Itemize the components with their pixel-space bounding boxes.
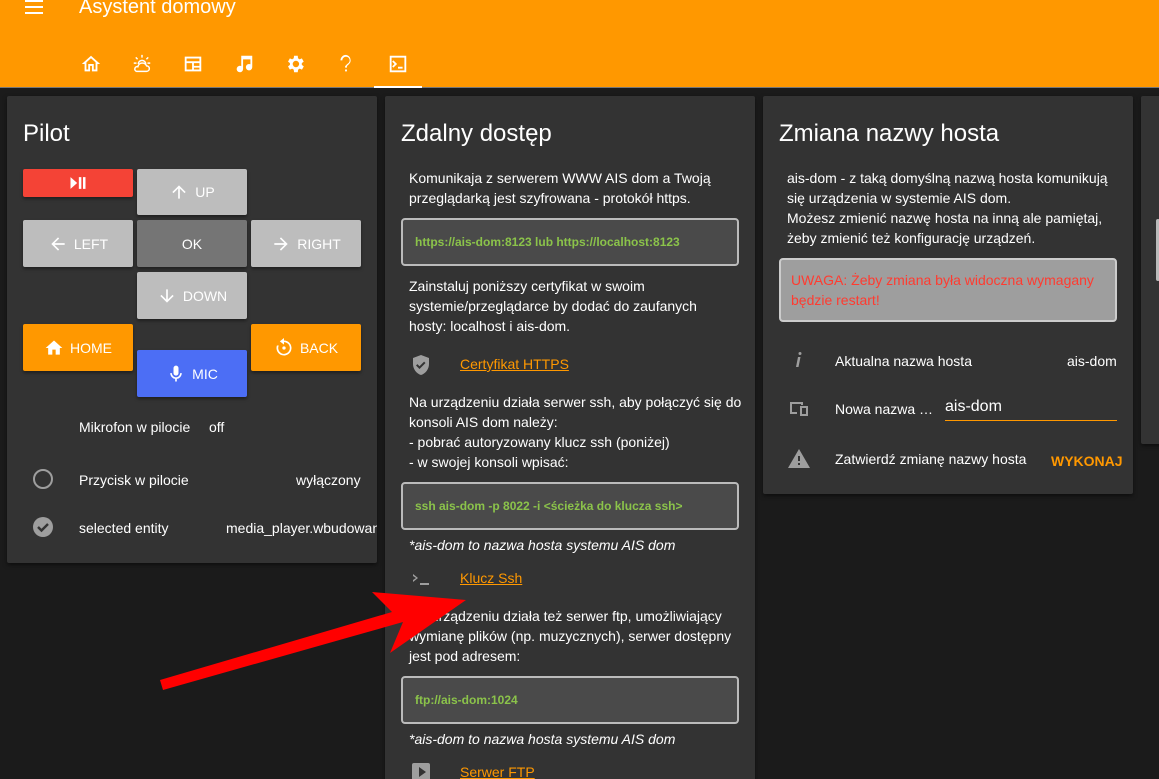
right-label: RIGHT — [297, 235, 341, 252]
back-label: BACK — [299, 339, 339, 356]
table-icon — [184, 56, 201, 72]
up-label: UP — [195, 184, 215, 200]
app-header: Asystent domowy — [0, 0, 1159, 88]
certificate-link[interactable]: Certyfikat HTTPS — [460, 356, 569, 372]
ftp-address-box: ftp://ais-dom:1024 — [401, 676, 739, 724]
arrow-up-icon — [172, 185, 186, 199]
settings-icon — [287, 55, 304, 73]
mic-label: MIC — [192, 365, 218, 382]
tab-settings[interactable] — [269, 40, 320, 88]
home-icon — [45, 340, 63, 355]
pilot-title: Pilot — [23, 120, 70, 147]
https-address-box: https://ais-dom:8123 lub https://localho… — [401, 218, 739, 266]
check-circle-icon — [33, 517, 53, 537]
info-icon — [796, 352, 802, 367]
devices-icon — [790, 402, 808, 416]
console-icon — [413, 574, 429, 585]
home-label: HOME — [70, 339, 112, 356]
music-icon — [236, 55, 252, 73]
restart-warning: UWAGA: Żeby zmiana była widoczna wymagan… — [779, 258, 1117, 322]
app-title: Asystent domowy — [79, 0, 236, 18]
left-button[interactable]: LEFT — [23, 220, 133, 267]
microphone-icon — [170, 365, 182, 381]
certificate-description: Zainstaluj poniższy certyfikat w swoim s… — [409, 278, 697, 334]
hostname-description-1: ais-dom - z taką domyślną nazwą hosta ko… — [787, 170, 1108, 206]
ssh-description-line3: - w swojej konsoli wpisać: — [409, 454, 569, 470]
tab-table[interactable] — [167, 40, 218, 88]
button-setting-label: Przycisk w pilocie — [79, 472, 189, 488]
current-hostname-label: Aktualna nazwa hosta — [835, 353, 972, 369]
home-button[interactable]: HOME — [23, 324, 133, 371]
remote-access-title: Zdalny dostęp — [401, 120, 552, 147]
mic-setting-label: Mikrofon w pilocie — [79, 419, 191, 435]
back-icon — [276, 337, 292, 355]
play-box-icon — [412, 763, 430, 779]
current-hostname-value: ais-dom — [1067, 353, 1117, 369]
ssh-hostname-note: *ais-dom to nazwa hosta systemu AIS dom — [409, 537, 676, 553]
ssh-command-box: ssh ais-dom -p 8022 -i <ścieżka do klucz… — [401, 482, 739, 530]
tab-bar — [65, 40, 422, 88]
radio-empty-icon[interactable] — [31, 467, 55, 491]
hostname-card: Zmiana nazwy hosta ais-dom - z taką domy… — [763, 96, 1133, 494]
arrow-down-icon — [160, 288, 174, 303]
hostname-description-2: Możesz zmienić nazwę hosta na inną ale p… — [787, 210, 1103, 246]
confirm-hostname-label: Zatwierdź zmianę nazwy hosta — [835, 451, 1027, 467]
shield-check-icon — [413, 355, 429, 375]
ftp-description: Na urządzeniu działa też serwer ftp, umo… — [409, 608, 732, 664]
tab-console[interactable] — [374, 40, 422, 88]
selected-entity-value[interactable]: media_player.wbudowany — [226, 520, 377, 536]
ssh-description-line1: Na urządzeniu działa serwer ssh, aby poł… — [409, 394, 742, 430]
hostname-title: Zmiana nazwy hosta — [779, 120, 1000, 147]
new-hostname-input[interactable] — [945, 393, 1117, 421]
ok-button[interactable]: OK — [137, 220, 247, 267]
ok-label: OK — [181, 235, 203, 252]
button-setting-value[interactable]: wyłączony — [296, 472, 361, 488]
ssh-description-line2: - pobrać autoryzowany klucz ssh (poniżej… — [409, 434, 670, 450]
console-icon — [389, 55, 407, 73]
play-pause-button[interactable] — [23, 169, 133, 197]
tab-music[interactable] — [218, 40, 269, 88]
selected-entity-label: selected entity — [79, 520, 169, 536]
tab-weather[interactable] — [116, 40, 167, 88]
ssh-key-link[interactable]: Klucz Ssh — [460, 570, 522, 586]
partial-card — [1141, 96, 1159, 444]
mic-setting-value[interactable]: off — [209, 419, 224, 435]
remote-access-card: Zdalny dostęp Komunikaja z serwerem WWW … — [385, 96, 755, 779]
pilot-card: Pilot UP LEFT OK RIGHT DOWN HOME BACK MI… — [7, 96, 377, 563]
down-label: DOWN — [182, 287, 228, 304]
back-button[interactable]: BACK — [251, 324, 361, 371]
up-button[interactable]: UP — [137, 169, 247, 215]
play-pause-icon — [70, 177, 86, 189]
warning-icon — [788, 449, 810, 468]
https-description: Komunikaja z serwerem WWW AIS dom a Twoj… — [409, 170, 711, 206]
tab-help[interactable] — [320, 40, 371, 88]
right-button[interactable]: RIGHT — [251, 220, 361, 267]
left-label: LEFT — [73, 235, 109, 252]
menu-icon[interactable] — [23, 0, 47, 18]
weather-icon — [133, 54, 150, 73]
tab-home[interactable] — [65, 40, 116, 88]
ftp-server-link[interactable]: Serwer FTP — [460, 764, 535, 779]
execute-button[interactable]: WYKONAJ — [1051, 453, 1123, 469]
new-hostname-label: Nowa nazwa … — [835, 401, 934, 417]
help-icon — [340, 54, 351, 72]
ftp-hostname-note: *ais-dom to nazwa hosta systemu AIS dom — [409, 731, 676, 747]
arrow-left-icon — [51, 236, 65, 251]
home-icon — [81, 55, 100, 72]
arrow-right-icon — [274, 236, 288, 251]
down-button[interactable]: DOWN — [137, 272, 247, 319]
mic-button[interactable]: MIC — [137, 350, 247, 397]
